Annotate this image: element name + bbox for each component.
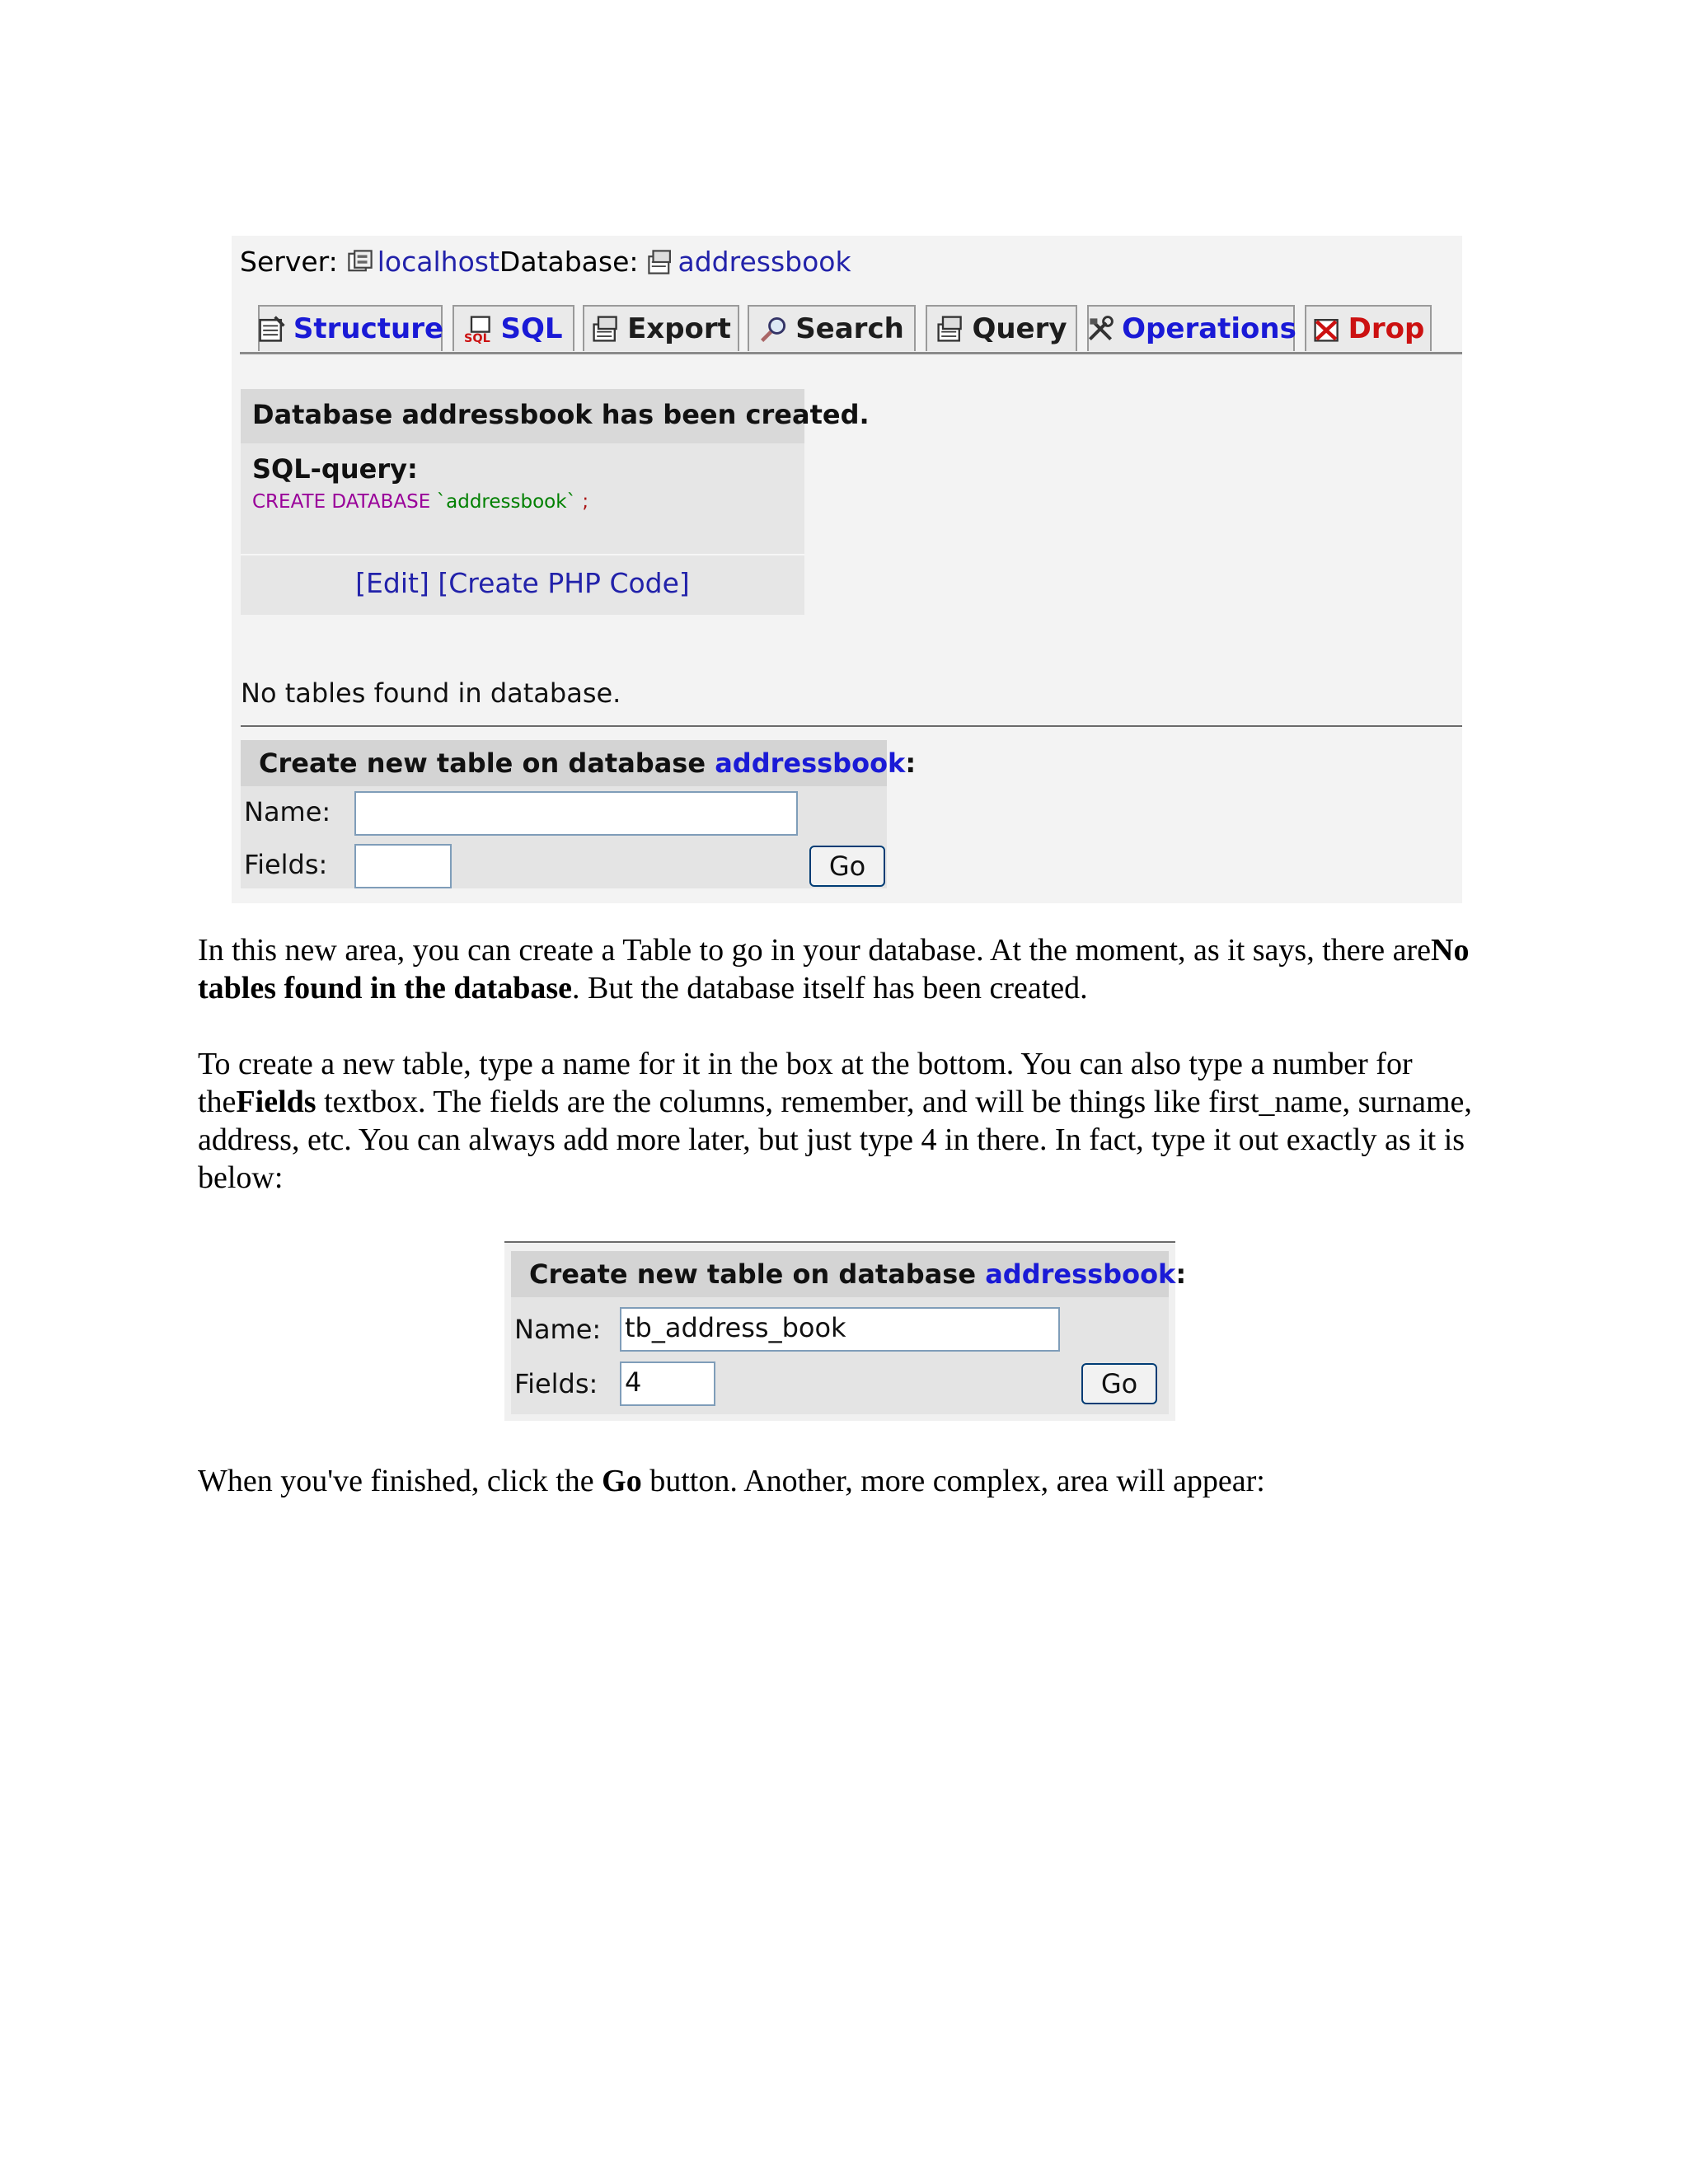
server-icon [348,249,373,271]
message-header: Database addressbook has been created. [241,389,870,443]
no-tables-message: No tables found in database. [241,677,621,709]
create-table-form-filled: Create new table on database addressbook… [511,1251,1186,1414]
query-icon [937,316,963,342]
paragraph-bold: Fields [236,1085,316,1119]
tab-drop[interactable]: Drop [1305,305,1432,351]
drop-icon [1314,319,1339,342]
go-button[interactable]: Go [809,846,885,887]
tab-label: Drop [1348,312,1425,345]
paragraph-text: In this new area, you can create a Table… [198,933,1432,968]
table-name-input[interactable]: tb_address_book [620,1307,1060,1352]
fields-label: Fields: [514,1368,598,1399]
fields-count-input[interactable] [354,844,452,888]
tab-label: Operations [1122,312,1296,345]
database-link[interactable]: addressbook [715,748,905,779]
tab-label: Query [972,312,1067,345]
tab-export[interactable]: Export [583,305,739,351]
message-actions: [Edit] [Create PHP Code] [241,554,804,612]
paragraph-next-step: When you've finished, click the Go butto… [198,1462,1500,1500]
sql-query-label: SQL-query: [252,453,418,485]
tab-query[interactable]: Query [926,305,1077,351]
table-name-input[interactable] [354,791,798,836]
database-icon [648,249,672,274]
svg-text:SQL: SQL [464,332,490,344]
tab-structure[interactable]: Structure [258,305,443,351]
sql-terminator: ; [582,491,589,513]
tab-search[interactable]: Search [748,305,916,351]
create-table-form: Create new table on database addressbook… [241,740,916,888]
create-table-header: Create new table on database addressbook… [241,740,916,786]
paragraph-text: textbox. The fields are the columns, rem… [198,1085,1472,1195]
server-label: Server: [240,246,338,278]
create-table-screenshot: Create new table on database addressbook… [504,1241,1186,1421]
go-button[interactable]: Go [1081,1363,1157,1404]
success-message-box: Database addressbook has been created. S… [241,389,870,615]
section-divider [504,1241,1175,1243]
sql-keyword: CREATE DATABASE [252,491,431,513]
sql-identifier: `addressbook` [436,491,577,513]
paragraph-intro: In this new area, you can create a Table… [198,931,1500,1007]
tab-sql[interactable]: SQL SQL [452,305,574,351]
header-colon: : [905,748,917,779]
database-label: Database: [499,246,639,278]
sql-query-text: CREATE DATABASE `addressbook` ; [252,491,588,513]
tab-operations[interactable]: Operations [1087,305,1296,351]
tab-label: Export [627,312,731,345]
database-link[interactable]: addressbook [678,246,851,278]
name-label: Name: [514,1314,602,1345]
phpmyadmin-screenshot: Server: localhost Database: addressbook … [232,236,1462,903]
paragraph-text: button. Another, more complex, area will… [641,1464,1265,1498]
paragraph-instructions: To create a new table, type a name for i… [198,1045,1500,1197]
tab-label: Structure [293,312,444,345]
section-divider [241,725,1462,727]
paragraph-text: When you've finished, click the [198,1464,603,1498]
header-colon: : [1175,1258,1187,1290]
create-php-code-link[interactable]: [Create PHP Code] [438,567,689,599]
server-link[interactable]: localhost [377,246,499,278]
structure-icon [259,316,285,342]
create-table-title: Create new table on database [259,748,706,779]
paragraph-text: . But the database itself has been creat… [571,971,1088,1005]
create-table-header: Create new table on database addressbook… [511,1251,1186,1297]
tab-label: SQL [500,312,563,345]
tabs-divider [240,352,1462,354]
server-breadcrumb: Server: localhost Database: addressbook [240,246,851,278]
fields-count-input[interactable]: 4 [620,1361,715,1406]
name-label: Name: [244,796,331,827]
search-icon [761,316,786,342]
sql-icon: SQL [464,316,490,344]
edit-link[interactable]: [Edit] [355,567,429,599]
database-link[interactable]: addressbook [985,1258,1175,1290]
export-icon [593,316,617,342]
operations-icon [1089,316,1114,341]
paragraph-bold: Go [602,1464,642,1498]
fields-label: Fields: [244,849,328,880]
create-table-title: Create new table on database [529,1258,977,1290]
tab-label: Search [795,312,904,345]
